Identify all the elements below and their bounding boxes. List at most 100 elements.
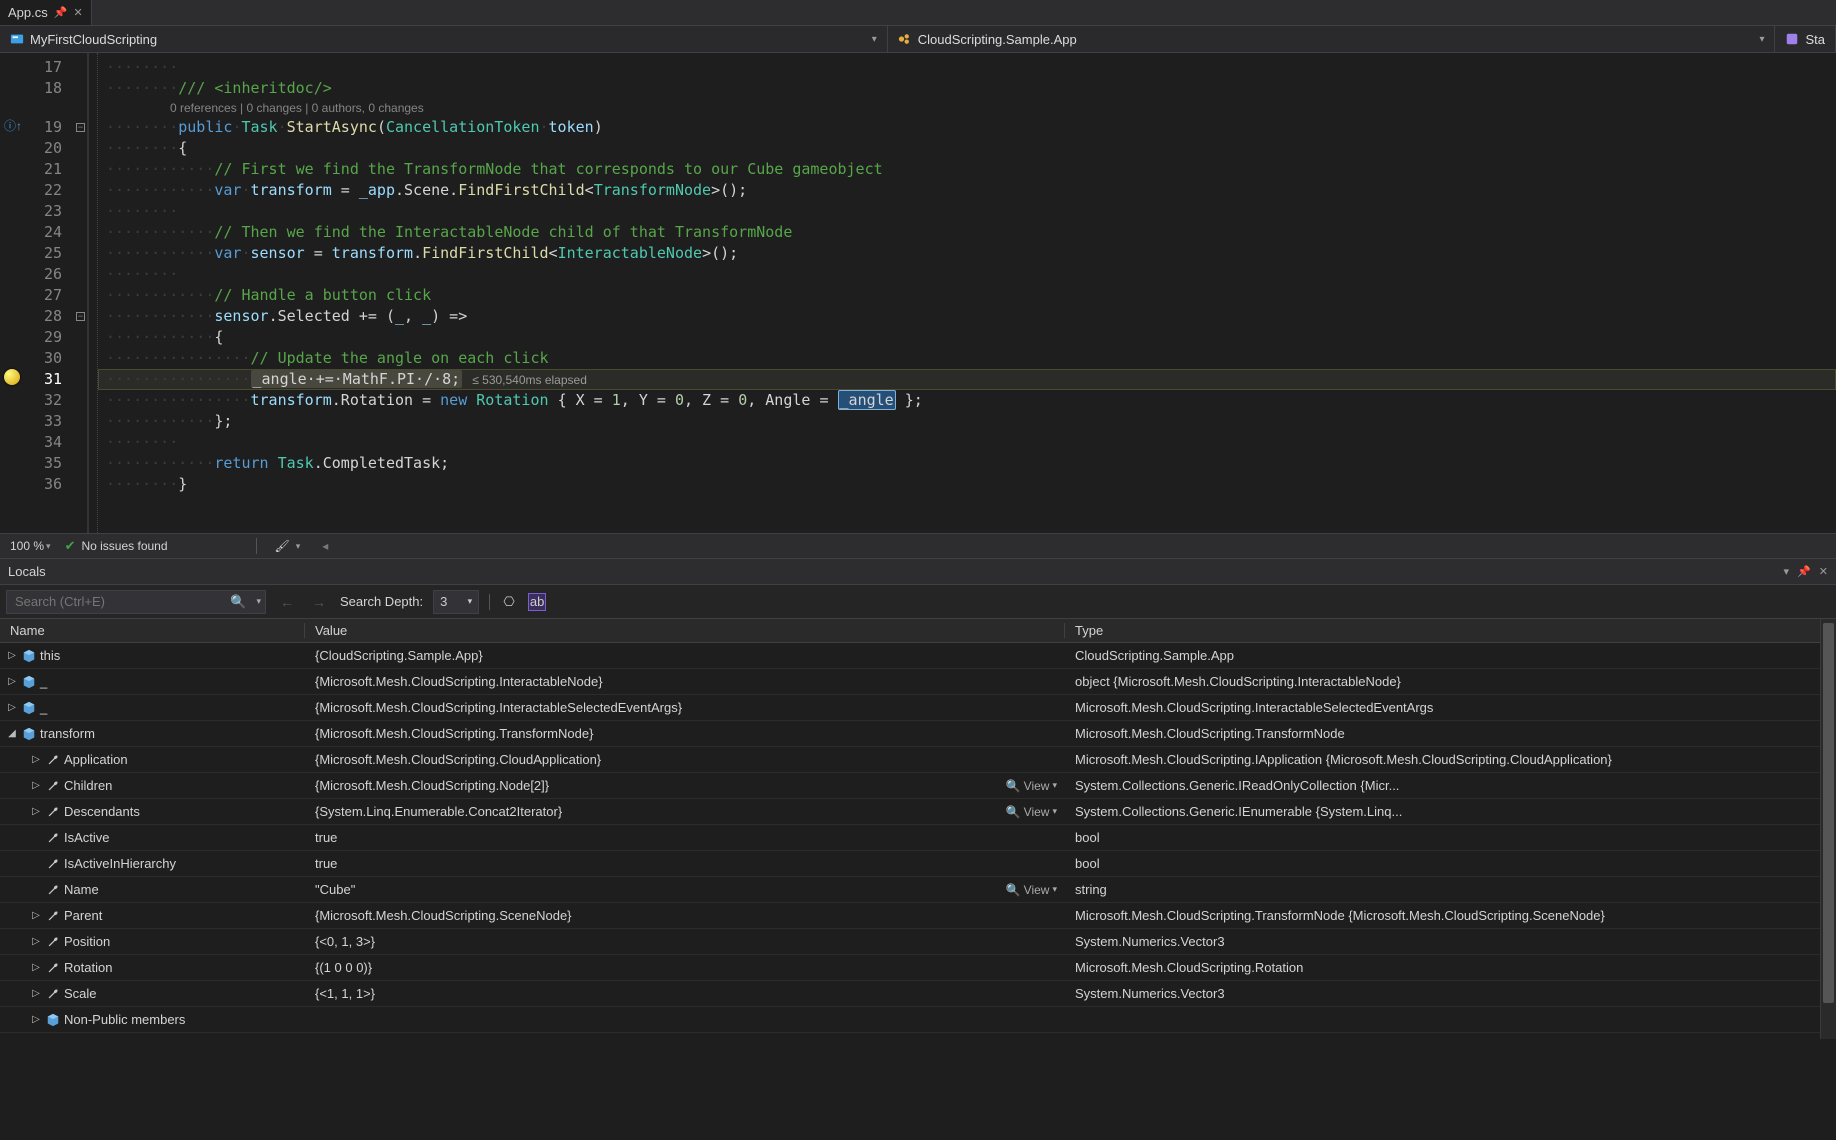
pin-icon[interactable]: 📌: [1797, 565, 1811, 578]
close-icon[interactable]: ✕: [73, 6, 82, 19]
line-numbers: 17 18 19 20 21 22 23 24 25 26 27 28 29 3…: [24, 53, 74, 533]
highlight-mode-icon[interactable]: ab: [528, 593, 546, 611]
expand-toggle[interactable]: ▷: [6, 702, 18, 713]
var-name: IsActiveInHierarchy: [64, 856, 176, 871]
var-value: {<0, 1, 3>}: [315, 934, 375, 949]
view-link[interactable]: 🔍View▾: [1006, 779, 1057, 793]
code-surface[interactable]: ········ ········/// <inheritdoc/> 0 ref…: [98, 53, 1836, 533]
tab-title: App.cs: [8, 5, 48, 20]
table-row[interactable]: IsActiveInHierarchy true bool: [0, 851, 1836, 877]
folding-margin: − −: [74, 53, 88, 533]
table-row[interactable]: ▷ Application {Microsoft.Mesh.CloudScripti…: [0, 747, 1836, 773]
expand-toggle[interactable]: ▷: [30, 780, 42, 791]
chevron-down-icon[interactable]: ▾: [252, 596, 265, 607]
col-value[interactable]: Value: [305, 623, 1065, 638]
var-value: {Microsoft.Mesh.CloudScripting.Transform…: [315, 726, 593, 741]
project-name: MyFirstCloudScripting: [30, 32, 157, 47]
current-statement: _angle·+=·MathF.PI·/·8;: [251, 370, 463, 388]
expand-toggle[interactable]: ◢: [6, 728, 18, 739]
table-row[interactable]: ▷_{Microsoft.Mesh.CloudScripting.Interac…: [0, 669, 1836, 695]
breakpoint-current-icon[interactable]: [4, 369, 20, 385]
table-row[interactable]: ◢ transform {Microsoft.Mesh.CloudScripting…: [0, 721, 1836, 747]
expand-toggle[interactable]: ▷: [30, 962, 42, 973]
info-icon[interactable]: ⓘ↑: [4, 117, 18, 131]
col-type[interactable]: Type: [1065, 623, 1836, 638]
tab-app-cs[interactable]: App.cs 📌 ✕: [0, 0, 92, 25]
scroll-left[interactable]: ◂: [318, 537, 332, 555]
cube-icon: [22, 649, 36, 663]
table-row[interactable]: ▷this{CloudScripting.Sample.App}CloudScr…: [0, 643, 1836, 669]
grid-header[interactable]: Name Value Type: [0, 619, 1836, 643]
close-icon[interactable]: ✕: [1819, 565, 1828, 578]
table-row[interactable]: ▷Parent{Microsoft.Mesh.CloudScripting.Sc…: [0, 903, 1836, 929]
var-type: Microsoft.Mesh.CloudScripting.Interactab…: [1065, 700, 1836, 715]
member-dropdown[interactable]: Sta: [1775, 26, 1836, 52]
var-name: _: [40, 700, 47, 715]
cube-icon: [22, 727, 36, 741]
var-type: Microsoft.Mesh.CloudScripting.IApplicati…: [1065, 752, 1836, 767]
table-row[interactable]: Name"Cube"🔍View▾string: [0, 877, 1836, 903]
cleanup-button[interactable]: 🖌 ▾: [271, 537, 305, 555]
expand-toggle[interactable]: ▷: [6, 676, 18, 687]
var-name: Rotation: [64, 960, 112, 975]
vertical-scrollbar[interactable]: [1820, 619, 1836, 1039]
table-row[interactable]: ▷Children{Microsoft.Mesh.CloudScripting.…: [0, 773, 1836, 799]
depth-label: Search Depth:: [340, 594, 423, 609]
expand-toggle[interactable]: ▷: [30, 806, 42, 817]
expand-toggle[interactable]: ▷: [30, 754, 42, 765]
expand-toggle[interactable]: ▷: [30, 910, 42, 921]
fold-toggle[interactable]: −: [76, 312, 85, 321]
var-name: transform: [40, 726, 95, 741]
search-icon[interactable]: 🔍: [224, 594, 252, 610]
var-value: {Microsoft.Mesh.CloudScripting.Interacta…: [315, 674, 603, 689]
wrench-icon: [46, 883, 60, 897]
search-input[interactable]: [7, 594, 224, 609]
var-type: System.Numerics.Vector3: [1065, 986, 1836, 1001]
expand-toggle[interactable]: ▷: [30, 1014, 42, 1025]
var-type: bool: [1065, 830, 1836, 845]
codelens[interactable]: 0 references | 0 changes | 0 authors, 0 …: [98, 99, 1836, 117]
expand-toggle[interactable]: ▷: [30, 936, 42, 947]
perf-tip[interactable]: ≤ 530,540ms elapsed: [472, 373, 587, 387]
locals-toolbar: 🔍 ▾ ← → Search Depth: 3 ▾ ⎔ ab: [0, 585, 1836, 619]
expand-toggle[interactable]: ▷: [30, 988, 42, 999]
var-type: string: [1065, 882, 1836, 897]
member-name-partial: Sta: [1805, 32, 1825, 47]
var-value: {(1 0 0 0)}: [315, 960, 372, 975]
issues-indicator[interactable]: ✔ No issues found: [65, 538, 168, 554]
var-value: {Microsoft.Mesh.CloudScripting.Node[2]}: [315, 778, 549, 793]
zoom-level[interactable]: 100 %▾: [10, 539, 51, 553]
var-name: Application: [64, 752, 128, 767]
view-link[interactable]: 🔍View▾: [1006, 805, 1057, 819]
var-type: System.Numerics.Vector3: [1065, 934, 1836, 949]
table-row[interactable]: ▷_{Microsoft.Mesh.CloudScripting.Interac…: [0, 695, 1836, 721]
fold-toggle[interactable]: −: [76, 123, 85, 132]
project-dropdown[interactable]: MyFirstCloudScripting ▾: [0, 26, 888, 52]
table-row[interactable]: ▷Descendants{System.Linq.Enumerable.Conc…: [0, 799, 1836, 825]
col-name[interactable]: Name: [0, 623, 305, 638]
view-link[interactable]: 🔍View▾: [1006, 883, 1057, 897]
table-row[interactable]: IsActivetruebool: [0, 825, 1836, 851]
expand-toggle[interactable]: ▷: [6, 650, 18, 661]
locals-search[interactable]: 🔍 ▾: [6, 590, 266, 614]
editor-status-bar: 100 %▾ ✔ No issues found 🖌 ▾ ◂: [0, 533, 1836, 559]
tree-view-icon[interactable]: ⎔: [500, 593, 518, 611]
nav-forward: →: [308, 594, 330, 610]
var-value: {Microsoft.Mesh.CloudScripting.CloudAppl…: [315, 752, 601, 767]
selected-identifier: _angle: [838, 390, 896, 410]
pin-icon[interactable]: 📌: [54, 6, 68, 19]
table-row[interactable]: ▷Position{<0, 1, 3>}System.Numerics.Vect…: [0, 929, 1836, 955]
table-row[interactable]: ▷Rotation{(1 0 0 0)}Microsoft.Mesh.Cloud…: [0, 955, 1836, 981]
var-name: this: [40, 648, 60, 663]
depth-select[interactable]: 3 ▾: [433, 590, 479, 614]
var-type: bool: [1065, 856, 1836, 871]
table-row[interactable]: ▷Non-Public members: [0, 1007, 1836, 1033]
window-menu-icon[interactable]: ▾: [1784, 565, 1790, 578]
class-dropdown[interactable]: CloudScripting.Sample.App ▾: [888, 26, 1776, 52]
wrench-icon: [46, 935, 60, 949]
wrench-icon: [46, 805, 60, 819]
grid-body[interactable]: ▷this{CloudScripting.Sample.App}CloudScr…: [0, 643, 1836, 1033]
code-editor[interactable]: ⓘ↑ 17 18 19 20 21 22 23 24 25 26 27 28 2…: [0, 53, 1836, 533]
var-value: true: [315, 856, 337, 871]
table-row[interactable]: ▷Scale{<1, 1, 1>}System.Numerics.Vector3: [0, 981, 1836, 1007]
